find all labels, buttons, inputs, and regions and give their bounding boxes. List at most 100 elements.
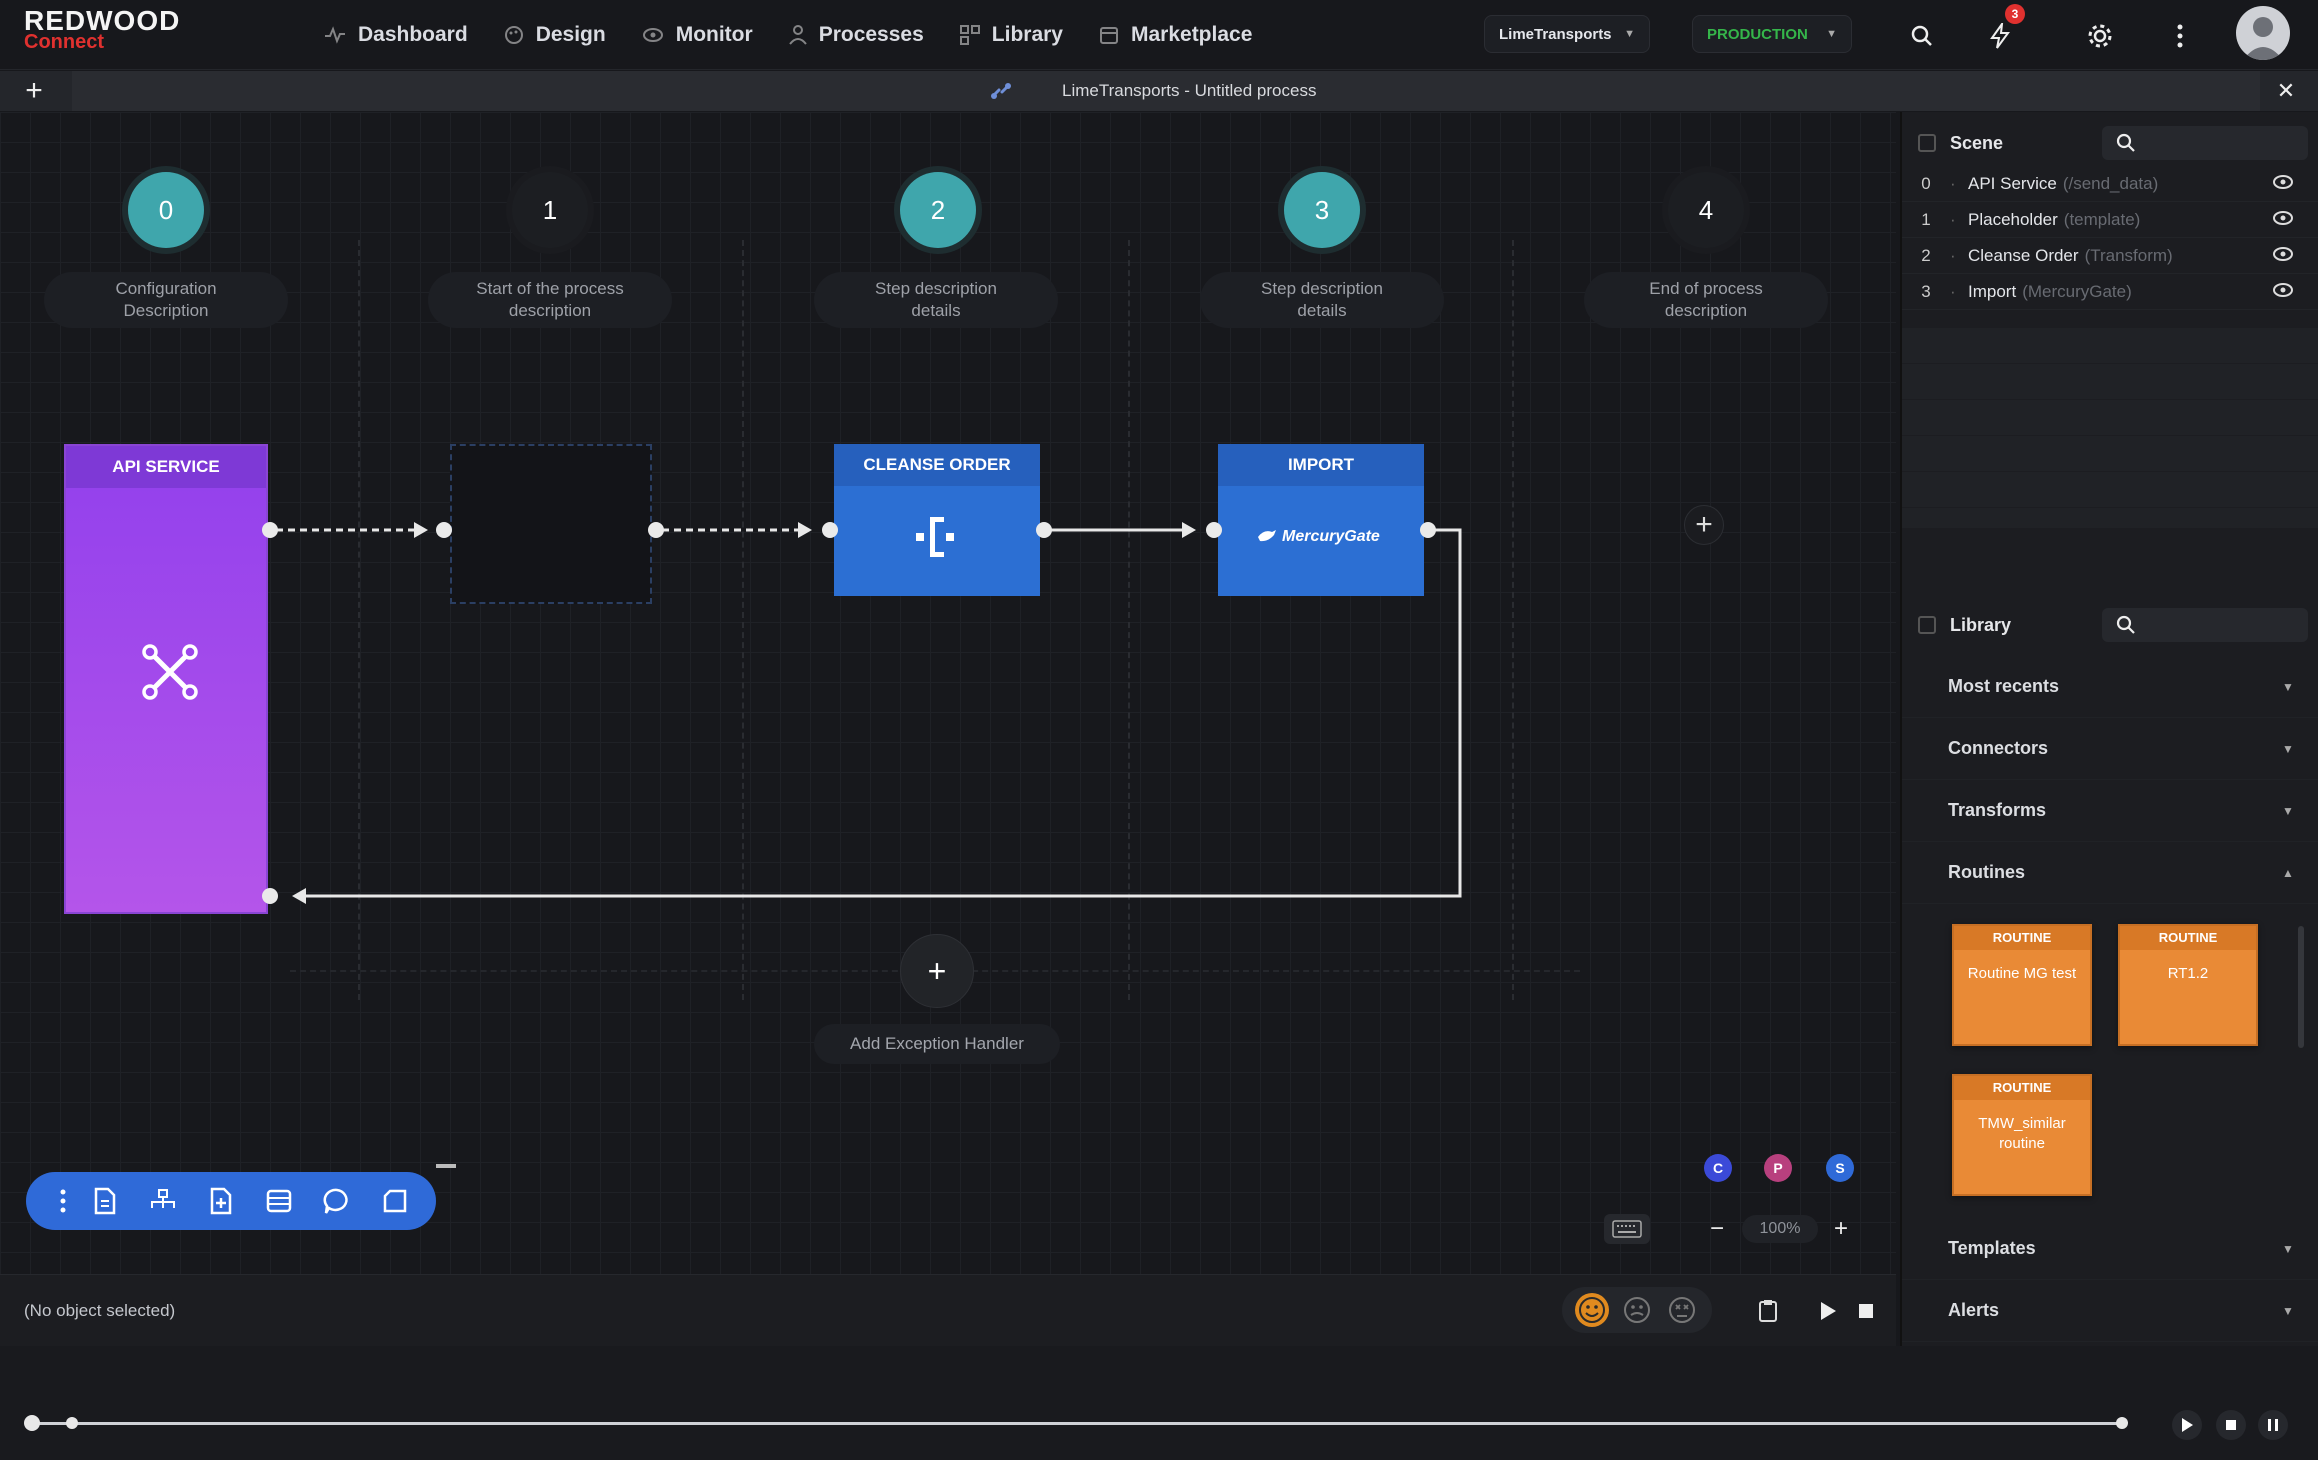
stop-icon[interactable] (1852, 1297, 1880, 1325)
nav-marketplace[interactable]: Marketplace (1099, 23, 1252, 47)
output-port[interactable] (648, 522, 664, 538)
keyboard-icon[interactable] (1604, 1214, 1650, 1244)
import-block[interactable]: IMPORT MercuryGate (1218, 444, 1424, 596)
stage-1-marker[interactable]: 1 (512, 172, 588, 248)
collaborator-avatar[interactable]: S (1826, 1154, 1854, 1182)
tenant-select[interactable]: LimeTransports ▼ (1484, 15, 1650, 53)
scene-item-cleanse-order[interactable]: 2 · Cleanse Order (Transform) (1902, 238, 2318, 274)
more-vertical-icon[interactable] (2162, 18, 2198, 54)
routine-card[interactable]: ROUTINE RT1.2 (2118, 924, 2258, 1046)
stage-3-label[interactable]: Step description details (1200, 272, 1444, 328)
search-icon[interactable] (1904, 18, 1940, 54)
stage-divider (1512, 240, 1514, 1000)
scene-item-import[interactable]: 3 · Import (MercuryGate) (1902, 274, 2318, 310)
visibility-eye-icon[interactable] (2272, 210, 2294, 231)
top-bar: REDWOOD Connect Dashboard Design Monitor… (0, 0, 2318, 70)
nav-design[interactable]: Design (504, 23, 606, 47)
placeholder-block[interactable] (450, 444, 652, 604)
process-canvas[interactable]: 0 Configuration Description 1 Start of th… (0, 112, 1896, 1274)
add-exception-button[interactable]: + (900, 934, 974, 1008)
scene-search[interactable] (2102, 126, 2308, 160)
visibility-eye-icon[interactable] (2272, 174, 2294, 195)
zoom-out-button[interactable]: − (1704, 1215, 1730, 1242)
stage-3-marker[interactable]: 3 (1284, 172, 1360, 248)
library-category-most-recents[interactable]: Most recents ▼ (1902, 656, 2318, 718)
visibility-eye-icon[interactable] (2272, 282, 2294, 303)
clipboard-icon[interactable] (1754, 1297, 1782, 1325)
play-icon[interactable] (2172, 1410, 2202, 1440)
stage-4-label[interactable]: End of process description (1584, 272, 1828, 328)
scene-item-bullet: · (1950, 245, 1956, 265)
scene-item-index: 0 (1921, 173, 1931, 193)
library-category-transforms[interactable]: Transforms ▼ (1902, 780, 2318, 842)
add-tab-button[interactable]: + (16, 74, 52, 107)
timeline-start-handle[interactable] (24, 1415, 40, 1431)
dizzy-face-icon[interactable] (1665, 1293, 1699, 1327)
input-port[interactable] (822, 522, 838, 538)
stage-1-label[interactable]: Start of the process description (428, 272, 672, 328)
routine-card[interactable]: ROUTINE Routine MG test (1952, 924, 2092, 1046)
scene-item-placeholder[interactable]: 1 · Placeholder (template) (1902, 202, 2318, 238)
api-service-block[interactable]: API SERVICE (64, 444, 268, 914)
timeline-end-handle[interactable] (2116, 1417, 2128, 1429)
import-title: IMPORT (1218, 444, 1424, 486)
library-scrollbar[interactable] (2298, 926, 2304, 1048)
main-nav: Dashboard Design Monitor Processes Libra… (324, 0, 1288, 70)
cleanse-order-block[interactable]: CLEANSE ORDER (834, 444, 1040, 596)
nav-processes[interactable]: Processes (788, 23, 924, 47)
library-category-alerts[interactable]: Alerts ▼ (1902, 1280, 2318, 1342)
stage-0-marker[interactable]: 0 (128, 172, 204, 248)
scene-item-api-service[interactable]: 0 · API Service (/send_data) (1902, 166, 2318, 202)
stage-4-marker[interactable]: 4 (1668, 172, 1744, 248)
happy-face-icon[interactable] (1575, 1293, 1610, 1327)
scene-item-index: 2 (1921, 245, 1931, 265)
nav-monitor[interactable]: Monitor (642, 23, 753, 47)
note-icon[interactable] (366, 1179, 424, 1223)
document-icon[interactable] (76, 1179, 134, 1223)
play-icon[interactable] (1814, 1297, 1842, 1325)
stop-icon[interactable] (2216, 1410, 2246, 1440)
logo[interactable]: REDWOOD Connect (24, 6, 184, 58)
library-category-templates[interactable]: Templates ▼ (1902, 1218, 2318, 1280)
input-port[interactable] (436, 522, 452, 538)
routine-card[interactable]: ROUTINE TMW_similar routine (1952, 1074, 2092, 1196)
stage-0-label[interactable]: Configuration Description (44, 272, 288, 328)
output-port[interactable] (262, 522, 278, 538)
scene-header: Scene (1902, 120, 2318, 166)
hierarchy-icon[interactable] (134, 1179, 192, 1223)
comment-icon[interactable] (308, 1179, 366, 1223)
neutral-face-icon[interactable] (1620, 1293, 1654, 1327)
collaborator-avatar[interactable]: C (1704, 1154, 1732, 1182)
stage-2-marker[interactable]: 2 (900, 172, 976, 248)
stage-2-label[interactable]: Step description details (814, 272, 1058, 328)
toolbar-minimize-button[interactable] (436, 1164, 456, 1168)
scene-icon (1918, 134, 1936, 152)
add-exception-label[interactable]: Add Exception Handler (814, 1024, 1060, 1064)
nav-library[interactable]: Library (959, 23, 1063, 47)
output-port[interactable] (1420, 522, 1436, 538)
library-category-routines[interactable]: Routines ▲ (1902, 842, 2318, 904)
pause-icon[interactable] (2258, 1410, 2288, 1440)
output-port[interactable] (1036, 522, 1052, 538)
avatar[interactable] (2236, 6, 2290, 60)
input-port[interactable] (1206, 522, 1222, 538)
library-search[interactable] (2102, 608, 2308, 642)
stack-icon[interactable] (250, 1179, 308, 1223)
link-icon (990, 82, 1012, 105)
timeline-playhead[interactable] (66, 1417, 78, 1429)
zoom-in-button[interactable]: + (1828, 1215, 1854, 1242)
environment-select[interactable]: PRODUCTION ▼ (1692, 15, 1852, 53)
add-stage-button[interactable]: + (1684, 505, 1724, 545)
file-add-icon[interactable] (192, 1179, 250, 1223)
nav-design-label: Design (535, 23, 606, 46)
collaborator-avatar[interactable]: P (1764, 1154, 1792, 1182)
close-icon[interactable]: ✕ (2272, 77, 2300, 105)
process-tab[interactable]: LimeTransports - Untitled process (72, 71, 2260, 111)
input-port[interactable] (262, 888, 278, 904)
visibility-eye-icon[interactable] (2272, 246, 2294, 267)
gear-icon[interactable] (2082, 18, 2118, 54)
more-vertical-icon[interactable] (50, 1179, 76, 1223)
timeline-track[interactable] (30, 1422, 2124, 1425)
library-category-connectors[interactable]: Connectors ▼ (1902, 718, 2318, 780)
nav-dashboard[interactable]: Dashboard (324, 23, 468, 47)
